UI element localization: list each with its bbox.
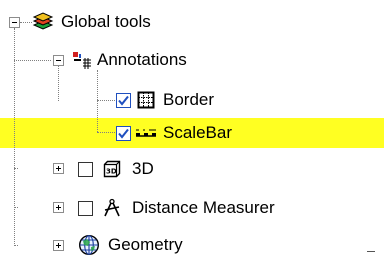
tree-item-global-tools[interactable]: Global tools — [32, 9, 151, 35]
tree-item-label: Geometry — [108, 235, 183, 254]
layers-icon — [32, 11, 54, 33]
tree-line — [97, 132, 115, 133]
tree-item-scalebar[interactable]: ScaleBar — [116, 120, 232, 146]
annotation-group-icon — [70, 49, 92, 71]
svg-text:3D: 3D — [106, 168, 117, 176]
tree-item-label: ScaleBar — [163, 123, 232, 142]
collapse-global-tools-toggle[interactable] — [9, 17, 20, 28]
expand-3d-toggle[interactable] — [53, 163, 64, 174]
tree-line — [20, 22, 32, 23]
tree-item-label: Border — [163, 90, 215, 109]
tree-view[interactable]: Global tools Annotations Border ScaleBar… — [0, 0, 366, 260]
tree-item-geometry[interactable]: Geometry — [78, 232, 183, 258]
tree-item-label: Distance Measurer — [132, 198, 275, 217]
collapse-annotations-toggle[interactable] — [53, 55, 64, 66]
tree-item-annotations[interactable]: Annotations — [70, 47, 187, 73]
scalebar-icon — [135, 122, 157, 144]
grid-border-icon — [135, 89, 157, 111]
tree-line — [58, 65, 59, 101]
compass-measure-icon — [101, 197, 123, 219]
border-checkbox[interactable] — [116, 92, 131, 108]
expand-distance-measurer-toggle[interactable] — [53, 202, 64, 213]
tree-item-label: 3D — [132, 159, 154, 178]
tree-line — [97, 70, 98, 132]
3d-box-icon: 3D — [101, 158, 123, 180]
tree-item-3d[interactable]: 3D 3D — [78, 156, 154, 182]
3d-checkbox[interactable] — [78, 161, 93, 177]
tree-item-distance-measurer[interactable]: Distance Measurer — [78, 195, 275, 221]
tree-line — [14, 168, 18, 169]
tree-item-border[interactable]: Border — [116, 87, 214, 113]
panel-edge-mark — [367, 251, 375, 252]
globe-geometry-icon — [78, 234, 100, 256]
expand-geometry-toggle[interactable] — [53, 240, 64, 251]
tree-item-label: Annotations — [97, 50, 187, 69]
tree-item-label: Global tools — [61, 12, 151, 31]
tree-line — [97, 100, 115, 101]
tree-line — [14, 207, 18, 208]
scalebar-checkbox[interactable] — [116, 125, 131, 141]
distance-measurer-checkbox[interactable] — [78, 200, 93, 216]
tree-line — [14, 245, 18, 246]
tree-line — [14, 60, 51, 61]
